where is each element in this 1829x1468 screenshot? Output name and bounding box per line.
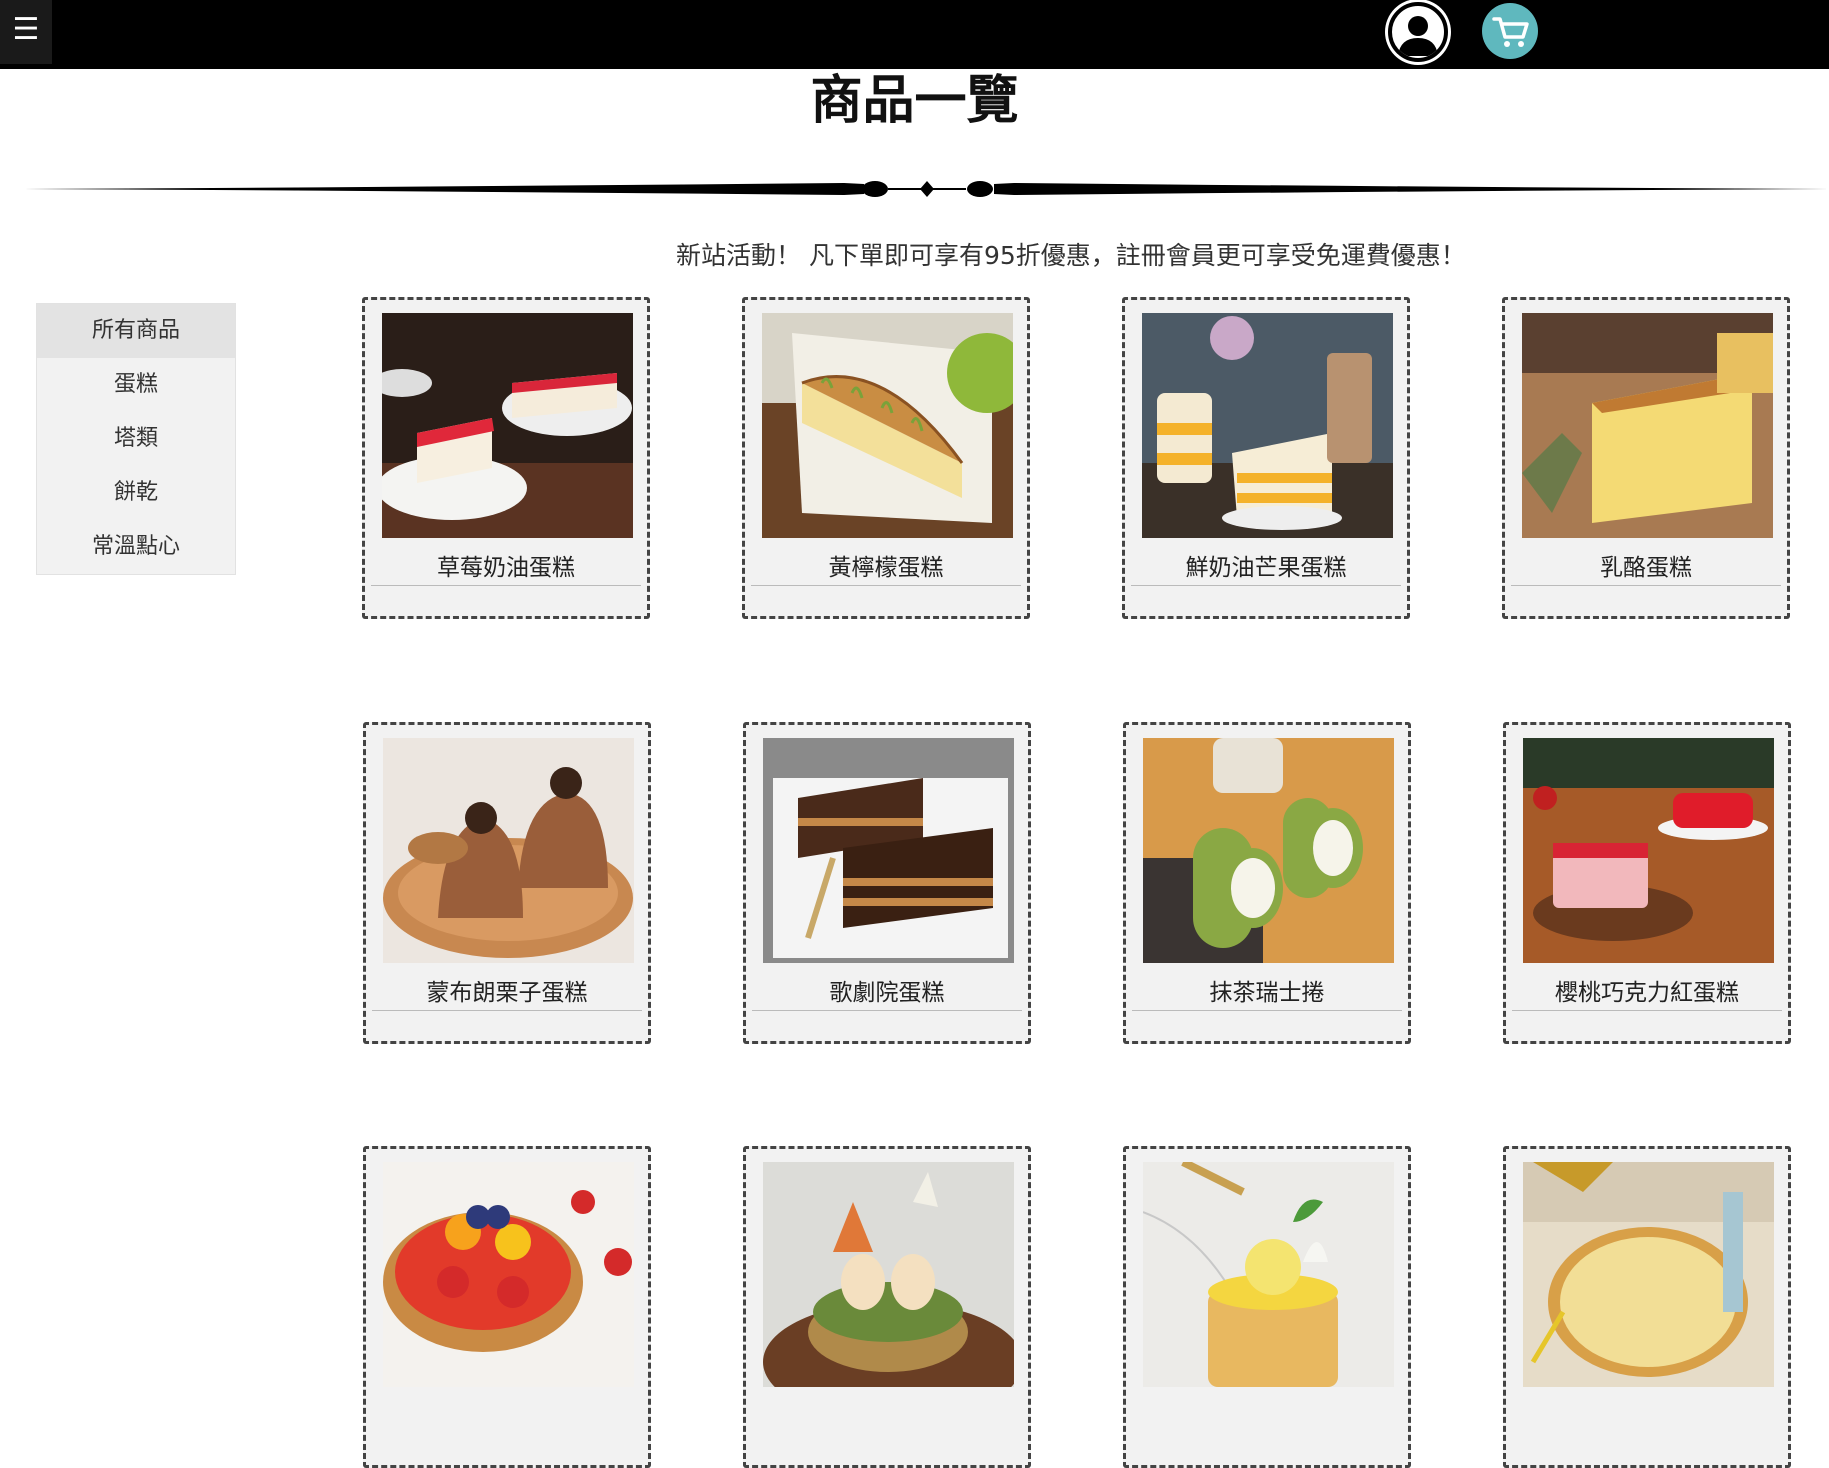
card-divider	[1132, 1010, 1402, 1011]
product-card[interactable]: 鮮奶油芒果蛋糕	[1122, 297, 1410, 619]
product-image-mont-blanc	[383, 738, 634, 963]
sidebar-item-all-products[interactable]: 所有商品	[37, 304, 235, 358]
card-divider	[1511, 585, 1781, 586]
card-divider	[372, 1010, 642, 1011]
product-image-animal-tart	[763, 1162, 1014, 1387]
user-account-icon[interactable]	[1388, 2, 1448, 62]
product-name: 櫻桃巧克力紅蛋糕	[1555, 980, 1739, 1006]
top-navbar: ☰	[0, 0, 1829, 69]
product-card[interactable]: 乳酪蛋糕	[1502, 297, 1790, 619]
hamburger-menu-icon[interactable]: ☰	[0, 0, 52, 64]
page-title: 商品一覽	[810, 71, 1019, 131]
ornamental-divider	[24, 181, 1829, 197]
product-name: 乳酪蛋糕	[1600, 555, 1692, 581]
card-divider	[751, 585, 1021, 586]
product-card[interactable]	[1503, 1146, 1791, 1468]
product-card[interactable]: 黃檸檬蛋糕	[742, 297, 1030, 619]
card-divider	[752, 1010, 1022, 1011]
product-card[interactable]	[1123, 1146, 1411, 1468]
product-image-strawberry-cake	[382, 313, 633, 538]
product-name: 鮮奶油芒果蛋糕	[1185, 555, 1347, 581]
product-name: 歌劇院蛋糕	[829, 980, 945, 1006]
sidebar-item-snacks[interactable]: 常溫點心	[37, 520, 235, 574]
card-divider	[1131, 585, 1401, 586]
product-image-lemon-tart	[1143, 1162, 1394, 1387]
card-divider	[371, 585, 641, 586]
product-image-opera-cake	[763, 738, 1014, 963]
product-card[interactable]: 蒙布朗栗子蛋糕	[363, 722, 651, 1044]
product-image-cheesecake	[1522, 313, 1773, 538]
product-image-baked-cheese-tart	[1523, 1162, 1774, 1387]
card-divider	[1512, 1010, 1782, 1011]
product-name: 抹茶瑞士捲	[1209, 980, 1325, 1006]
product-name: 黃檸檬蛋糕	[828, 555, 944, 581]
product-image-lemon-cake	[762, 313, 1013, 538]
product-name: 蒙布朗栗子蛋糕	[426, 980, 588, 1006]
product-card[interactable]: 歌劇院蛋糕	[743, 722, 1031, 1044]
product-card[interactable]: 抹茶瑞士捲	[1123, 722, 1411, 1044]
product-card[interactable]	[363, 1146, 651, 1468]
shopping-cart-icon[interactable]	[1482, 3, 1538, 59]
sidebar-item-cakes[interactable]: 蛋糕	[37, 358, 235, 412]
product-image-mango-cream-cake	[1142, 313, 1393, 538]
promo-banner-text: 新站活動！ 凡下單即可享有95折優惠，註冊會員更可享受免運費優惠！	[676, 241, 1466, 270]
product-image-matcha-roll	[1143, 738, 1394, 963]
product-image-fruit-tart	[383, 1162, 634, 1387]
sidebar-item-tarts[interactable]: 塔類	[37, 412, 235, 466]
product-name: 草莓奶油蛋糕	[437, 555, 575, 581]
product-card[interactable]	[743, 1146, 1031, 1468]
category-sidebar: 所有商品 蛋糕 塔類 餅乾 常溫點心	[36, 303, 236, 575]
product-card[interactable]: 草莓奶油蛋糕	[362, 297, 650, 619]
product-card[interactable]: 櫻桃巧克力紅蛋糕	[1503, 722, 1791, 1044]
product-image-cherry-chocolate-cake	[1523, 738, 1774, 963]
sidebar-item-cookies[interactable]: 餅乾	[37, 466, 235, 520]
